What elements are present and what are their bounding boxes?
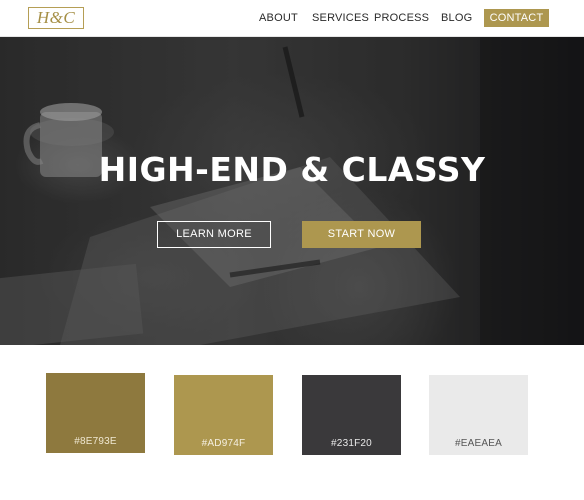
swatch-gold-dark: #8E793E — [46, 373, 145, 453]
hero-background-image — [0, 37, 584, 345]
nav-link-about[interactable]: ABOUT — [259, 12, 298, 24]
brand-logo[interactable]: H&C — [28, 7, 84, 29]
hero-section: HIGH-END & CLASSY LEARN MORE START NOW — [0, 37, 584, 345]
swatch-light-gray: #EAEAEA — [429, 375, 528, 455]
start-now-button[interactable]: START NOW — [302, 221, 421, 248]
swatch-label: #231F20 — [331, 438, 372, 449]
swatch-label: #EAEAEA — [455, 438, 502, 449]
contact-button[interactable]: CONTACT — [484, 9, 549, 27]
swatch-gold: #AD974F — [174, 375, 273, 455]
nav-link-blog[interactable]: BLOG — [441, 12, 472, 24]
swatch-charcoal: #231F20 — [302, 375, 401, 455]
hero-title: HIGH-END & CLASSY — [98, 150, 486, 189]
nav-link-process[interactable]: PROCESS — [374, 12, 429, 24]
swatch-label: #8E793E — [74, 436, 117, 447]
learn-more-button[interactable]: LEARN MORE — [157, 221, 271, 248]
nav-link-services[interactable]: SERVICES — [312, 12, 369, 24]
top-navigation: H&C ABOUT SERVICES PROCESS BLOG CONTACT — [0, 0, 584, 37]
swatch-label: #AD974F — [201, 438, 246, 449]
